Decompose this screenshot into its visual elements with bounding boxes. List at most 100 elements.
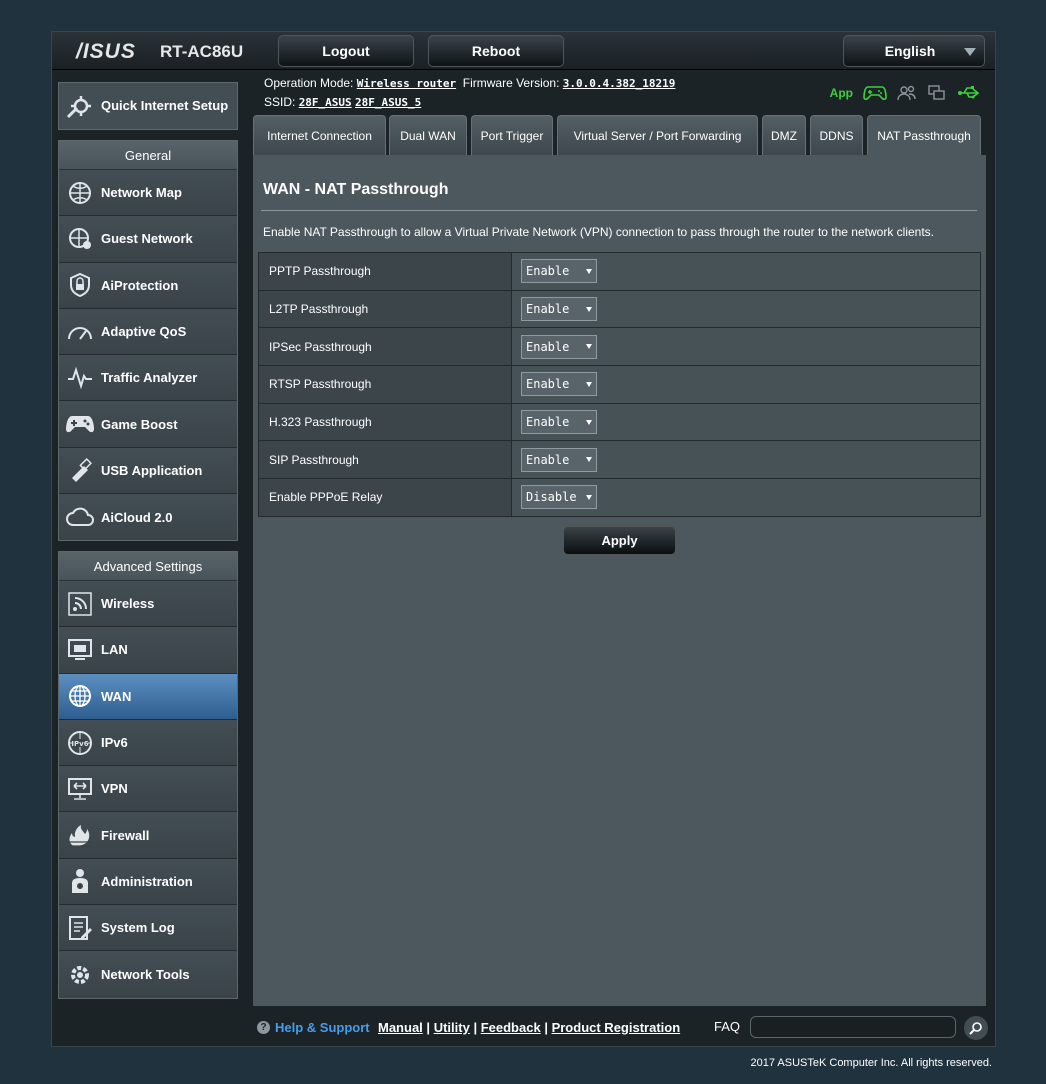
link-separator: | [544, 1020, 548, 1035]
vpn-icon [65, 774, 95, 804]
copyright: 2017 ASUSTeK Computer Inc. All rights re… [750, 1057, 992, 1069]
feedback-link[interactable]: Feedback [481, 1020, 541, 1035]
select-value: Enable [526, 452, 570, 467]
faq-search-input[interactable] [750, 1016, 956, 1038]
sidebar-item-aiprotection[interactable]: AiProtection [59, 262, 237, 309]
wireless-icon [65, 589, 95, 619]
table-row: RTSP Passthrough Enable [258, 365, 981, 404]
sidebar-item-aicloud[interactable]: AiCloud 2.0 [59, 494, 237, 541]
qis-label: Quick Internet Setup [101, 98, 229, 113]
quick-internet-setup-button[interactable]: Quick Internet Setup [58, 82, 238, 130]
manual-link[interactable]: Manual [378, 1020, 423, 1035]
sidebar-item-lan[interactable]: LAN [59, 627, 237, 674]
row-label: H.323 Passthrough [258, 402, 512, 442]
select-value: Enable [526, 264, 570, 279]
sidebar-item-network-tools[interactable]: Network Tools [59, 951, 237, 998]
operation-mode-label: Operation Mode: [264, 76, 354, 90]
select-value: Enable [526, 415, 570, 430]
product-registration-link[interactable]: Product Registration [552, 1020, 681, 1035]
dropdown-arrow-icon [586, 419, 592, 425]
sidebar-item-label: AiProtection [101, 277, 179, 293]
link-separator: | [473, 1020, 478, 1035]
sidebar-item-traffic-analyzer[interactable]: Traffic Analyzer [59, 355, 237, 402]
sidebar-item-vpn[interactable]: VPN [59, 766, 237, 813]
sidebar-item-wireless[interactable]: Wireless [59, 581, 237, 628]
sidebar-item-adaptive-qos[interactable]: Adaptive QoS [59, 308, 237, 356]
tab-virtual-server[interactable]: Virtual Server / Port Forwarding [557, 115, 758, 155]
clients-icon[interactable] [897, 84, 917, 102]
sidebar-item-label: WAN [101, 688, 132, 704]
sidebar-item-label: Guest Network [101, 231, 193, 247]
reboot-button[interactable]: Reboot [428, 35, 564, 67]
firmware-link[interactable]: 3.0.0.4.382_18219 [563, 77, 676, 90]
sidebar-item-game-boost[interactable]: Game Boost [59, 401, 237, 448]
logout-button[interactable]: Logout [278, 35, 414, 67]
row-value-cell: Enable [511, 289, 981, 329]
row-value-cell: Enable [511, 402, 981, 442]
chevron-down-icon [964, 48, 976, 56]
apply-button[interactable]: Apply [563, 526, 676, 555]
passthrough-select[interactable]: Disable [521, 485, 597, 510]
advanced-settings-menu: Advanced Settings Wireless LAN WAN IPv6 … [58, 551, 238, 999]
tab-port-trigger[interactable]: Port Trigger [471, 115, 553, 155]
select-value: Enable [526, 339, 570, 354]
sidebar-item-label: IPv6 [101, 735, 128, 751]
table-row: IPSec Passthrough Enable [258, 327, 981, 367]
tab-dmz[interactable]: DMZ [762, 115, 806, 155]
status-icons: App [830, 84, 981, 102]
row-label: L2TP Passthrough [258, 289, 512, 329]
app-link[interactable]: App [830, 86, 853, 100]
sidebar-item-label: Adaptive QoS [101, 324, 187, 340]
sidebar-item-label: AiCloud 2.0 [101, 509, 173, 525]
tab-internet-connection[interactable]: Internet Connection [253, 115, 386, 155]
footer-links: Manual | Utility | Feedback | Product Re… [378, 1020, 680, 1035]
sidebar-item-wan[interactable]: WAN [59, 673, 237, 720]
usb-status-icon[interactable] [957, 85, 981, 101]
ssid-24g-link[interactable]: 28F_ASUS [299, 96, 352, 109]
router-admin-window: /ISUS RT-AC86U Logout Reboot English Ope… [51, 31, 996, 1047]
title-divider [261, 210, 977, 211]
table-row: SIP Passthrough Enable [258, 440, 981, 480]
tab-nat-passthrough[interactable]: NAT Passthrough [867, 115, 981, 155]
sidebar-item-administration[interactable]: Administration [59, 858, 237, 906]
page-description: Enable NAT Passthrough to allow a Virtua… [263, 225, 935, 239]
dropdown-arrow-icon [586, 457, 592, 463]
passthrough-select[interactable]: Enable [521, 410, 597, 435]
sidebar-item-firewall[interactable]: Firewall [59, 812, 237, 859]
sidebar-item-usb-application[interactable]: USB Application [59, 447, 237, 495]
tab-ddns[interactable]: DDNS [810, 115, 863, 155]
sidebar-item-ipv6[interactable]: IPv6 IPv6 [59, 719, 237, 767]
select-value: Enable [526, 302, 570, 317]
sidebar-item-label: LAN [101, 642, 128, 658]
qos-gauge-icon [65, 317, 95, 347]
gamepad-status-icon[interactable] [863, 84, 887, 102]
faq-label: FAQ [714, 1019, 741, 1034]
sidebar-item-network-map[interactable]: Network Map [59, 170, 237, 217]
language-select[interactable]: English [843, 35, 985, 67]
administration-icon [65, 866, 95, 896]
link-separator: | [426, 1020, 431, 1035]
passthrough-select[interactable]: Enable [521, 334, 597, 359]
passthrough-select[interactable]: Enable [521, 372, 597, 397]
utility-link[interactable]: Utility [434, 1020, 470, 1035]
dropdown-arrow-icon [586, 381, 592, 387]
sidebar-item-system-log[interactable]: System Log [59, 905, 237, 952]
dropdown-arrow-icon [586, 268, 592, 274]
devices-icon[interactable] [927, 84, 947, 102]
tab-dual-wan[interactable]: Dual WAN [389, 115, 467, 155]
gamepad-icon [65, 409, 95, 439]
ssid-5g-link[interactable]: 28F_ASUS_5 [355, 96, 421, 109]
operation-mode-link[interactable]: Wireless router [357, 77, 456, 90]
sidebar-item-guest-network[interactable]: Guest Network [59, 216, 237, 263]
passthrough-select[interactable]: Enable [521, 259, 597, 284]
network-map-icon [65, 178, 95, 208]
help-support[interactable]: ? Help & Support [257, 1020, 370, 1035]
select-value: Disable [526, 490, 577, 505]
lan-icon [65, 635, 95, 665]
search-button[interactable] [964, 1016, 988, 1040]
sidebar-item-label: Network Map [101, 185, 182, 201]
passthrough-select[interactable]: Enable [521, 447, 597, 472]
sidebar-item-label: USB Application [101, 462, 203, 478]
language-label: English [884, 43, 936, 59]
passthrough-select[interactable]: Enable [521, 297, 597, 322]
